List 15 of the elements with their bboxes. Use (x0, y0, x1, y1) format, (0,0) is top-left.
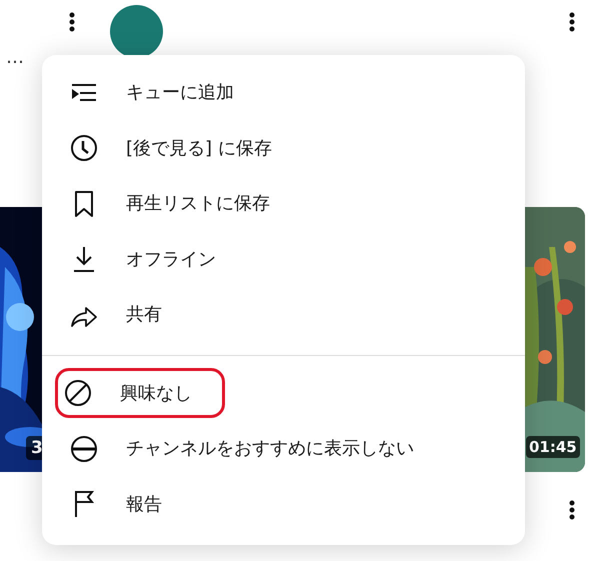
menu-item[interactable]: キューに追加 (126, 79, 234, 106)
menu-item[interactable]: 共有 (126, 301, 162, 328)
duration-badge: 01:45 (526, 436, 580, 458)
menu-item[interactable]: [後で見る] に保存 (126, 134, 272, 162)
more-icon[interactable] (69, 12, 75, 32)
duration-badge: 3 (26, 436, 42, 460)
more-icon[interactable] (569, 500, 575, 520)
more-text: … (6, 46, 24, 70)
menu-item[interactable]: 再生リストに保存 (126, 190, 270, 218)
menu-item[interactable]: チャンネルをおすすめに表示しない (126, 435, 414, 462)
menu-item[interactable]: 興味なし (120, 380, 192, 407)
more-icon[interactable] (569, 12, 575, 32)
menu-item[interactable]: 報告 (126, 490, 162, 518)
menu-item[interactable]: オフライン (126, 246, 216, 273)
avatar[interactable] (110, 5, 163, 58)
